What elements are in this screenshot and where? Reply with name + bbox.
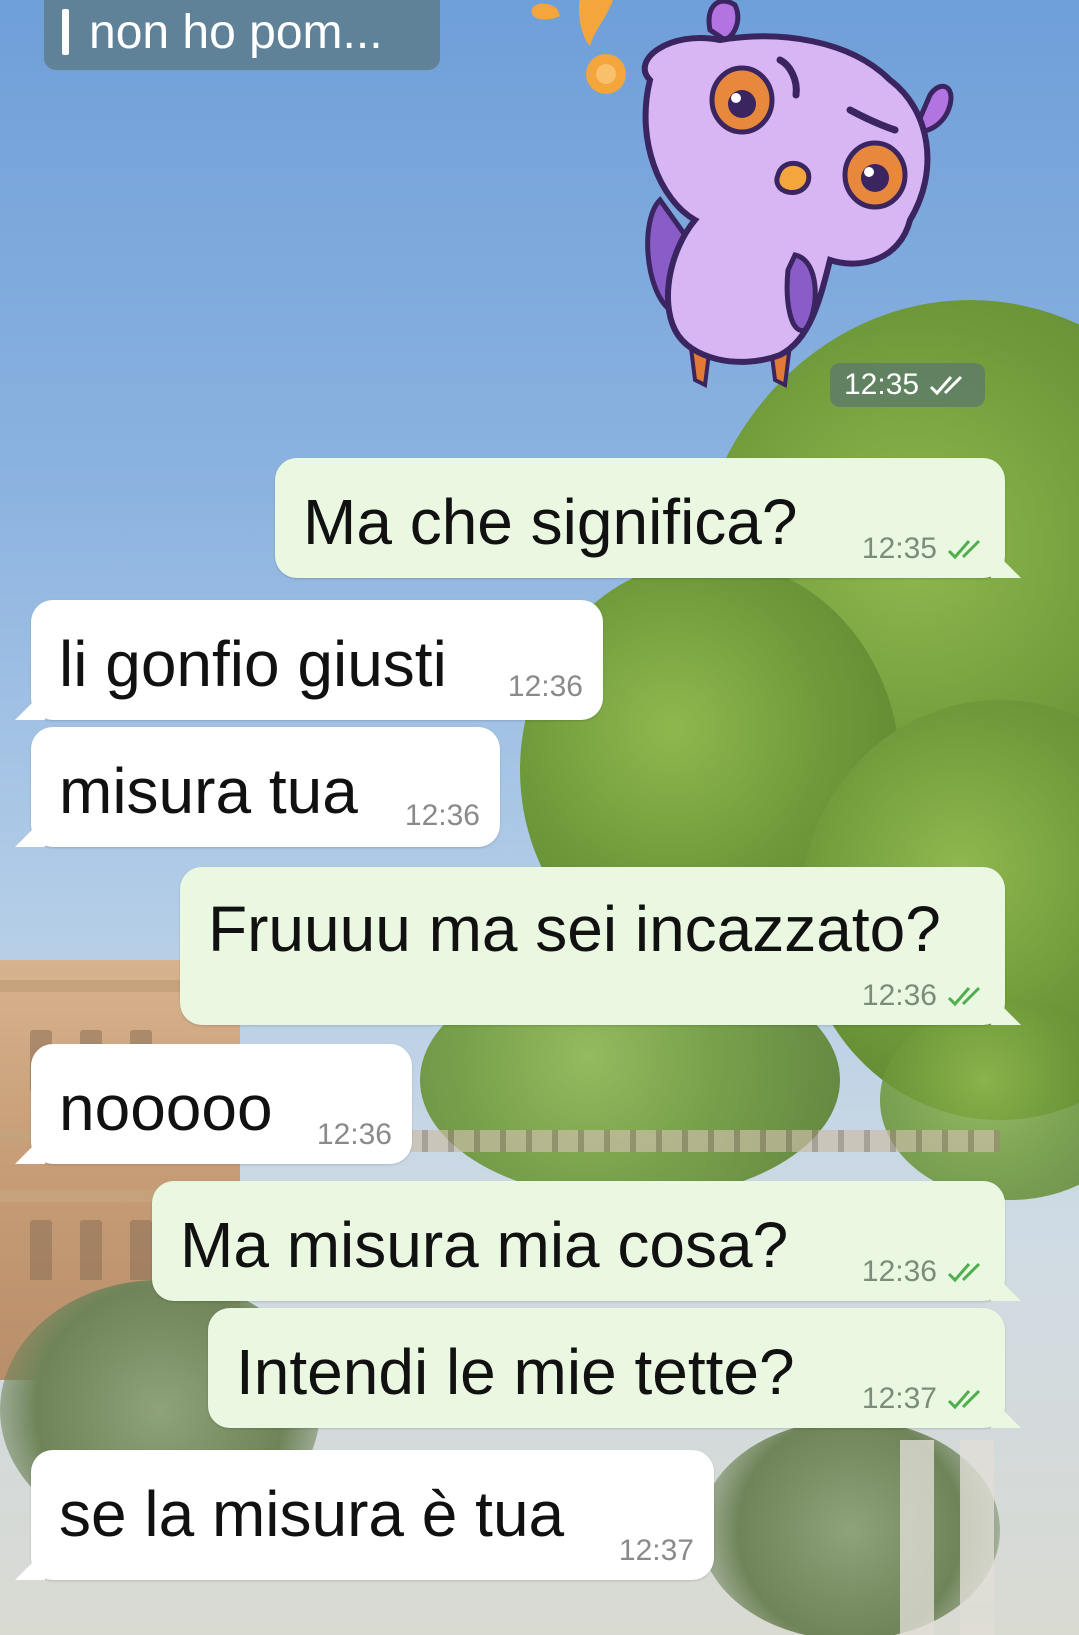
message-bubble-outgoing[interactable]: Intendi le mie tette? 12:37 xyxy=(208,1308,1005,1428)
double-check-icon xyxy=(947,1262,981,1283)
message-text: Fruuuu ma sei incazzato? xyxy=(208,893,941,965)
reply-preview-text: non ho pom... xyxy=(89,5,383,59)
message-time: 12:36 xyxy=(862,1255,989,1289)
message-time-text: 12:36 xyxy=(404,799,480,832)
double-check-icon xyxy=(947,986,981,1007)
message-time: 12:36 xyxy=(862,979,989,1013)
message-text: nooooo xyxy=(59,1072,273,1144)
message-bubble-incoming[interactable]: se la misura è tua 12:37 xyxy=(31,1450,714,1580)
message-bubble-incoming[interactable]: misura tua 12:36 xyxy=(31,727,500,847)
message-time-text: 12:35 xyxy=(861,532,937,565)
message-time: 12:36 xyxy=(317,1118,392,1152)
message-text: se la misura è tua xyxy=(59,1478,565,1550)
owl-sticker-icon[interactable] xyxy=(520,0,980,400)
message-time: 12:37 xyxy=(862,1382,989,1416)
message-time-text: 12:36 xyxy=(507,670,583,703)
message-time: 12:36 xyxy=(405,799,480,833)
message-time-text: 12:37 xyxy=(861,1382,937,1415)
sticker-timestamp: 12:35 xyxy=(830,363,986,407)
message-time: 12:37 xyxy=(619,1534,694,1568)
message-bubble-outgoing[interactable]: Ma misura mia cosa? 12:36 xyxy=(152,1181,1005,1301)
message-bubble-outgoing[interactable]: Ma che significa? 12:35 xyxy=(275,458,1005,578)
double-check-icon xyxy=(947,1389,981,1410)
message-text: Intendi le mie tette? xyxy=(236,1336,795,1408)
double-check-icon xyxy=(947,539,981,560)
message-time: 12:35 xyxy=(862,532,989,566)
sticker-time-text: 12:35 xyxy=(844,368,920,401)
message-time-text: 12:36 xyxy=(316,1118,392,1151)
reply-preview[interactable]: non ho pom... xyxy=(44,0,440,70)
message-bubble-outgoing[interactable]: Fruuuu ma sei incazzato? 12:36 xyxy=(180,867,1005,1025)
message-time: 12:36 xyxy=(508,670,583,704)
message-time-text: 12:36 xyxy=(861,1255,937,1288)
message-time-text: 12:36 xyxy=(861,979,937,1012)
message-text: Ma misura mia cosa? xyxy=(180,1209,789,1281)
message-text: misura tua xyxy=(59,755,358,827)
reply-bar xyxy=(62,9,69,55)
message-bubble-incoming[interactable]: nooooo 12:36 xyxy=(31,1044,412,1164)
message-text: Ma che significa? xyxy=(303,486,798,558)
message-text: li gonfio giusti xyxy=(59,628,447,700)
message-time-text: 12:37 xyxy=(618,1534,694,1567)
double-check-icon xyxy=(930,375,963,396)
message-bubble-incoming[interactable]: li gonfio giusti 12:36 xyxy=(31,600,603,720)
